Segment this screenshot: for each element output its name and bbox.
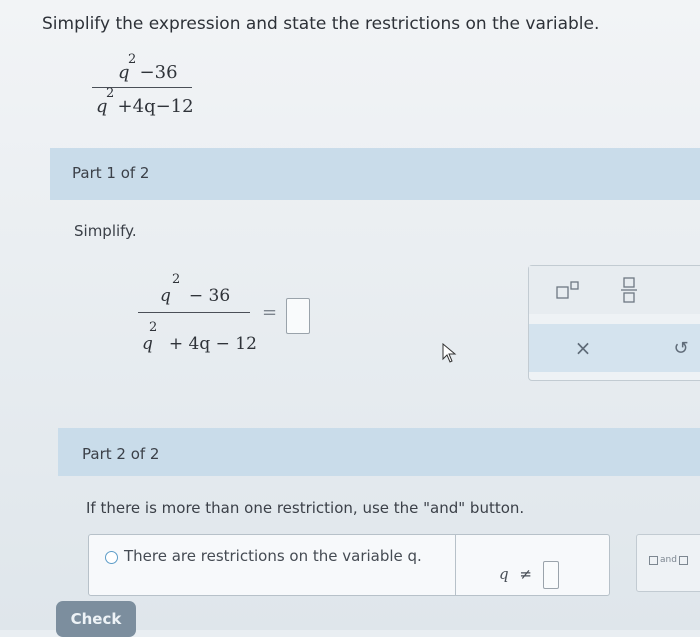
exponent-icon (556, 281, 579, 299)
part1-title: Part 1 of 2 (72, 164, 150, 182)
page: Simplify the expression and state the re… (0, 0, 700, 637)
box-icon (678, 555, 688, 565)
fraction-icon (621, 277, 637, 303)
restriction-option-box: There are restrictions on the variable q… (88, 534, 610, 596)
undo-icon: ↺ (673, 337, 689, 359)
clear-icon: × (574, 336, 592, 360)
restriction-inequality: q ≠ (499, 565, 532, 583)
restriction-answer-input[interactable] (543, 561, 559, 589)
equals-sign: = (262, 302, 278, 323)
clear-button[interactable]: × (565, 332, 601, 364)
part1-instruction: Simplify. (74, 222, 137, 240)
exponent-button[interactable] (549, 278, 589, 304)
restriction-radio[interactable] (105, 551, 118, 564)
restriction-option-label: There are restrictions on the variable q… (124, 547, 422, 565)
problem-prompt: Simplify the expression and state the re… (42, 14, 600, 34)
fraction-button[interactable] (613, 274, 645, 306)
palette-bottom-row: × ↺ (529, 324, 700, 372)
box-icon (649, 555, 658, 565)
expression-denominator: q 2 +4q−12 (96, 86, 194, 117)
and-label: and (660, 555, 677, 565)
part1-denominator: q 2 + 4q − 12 (142, 320, 257, 354)
option-divider (455, 535, 456, 595)
undo-button[interactable]: ↺ (663, 332, 699, 364)
and-button-content: and (649, 555, 688, 565)
part1-fraction-bar (138, 312, 250, 313)
expression-numerator: q 2 −36 (118, 52, 178, 83)
mouse-cursor-icon (442, 343, 457, 363)
part1-answer-input[interactable] (286, 298, 310, 334)
check-button[interactable]: Check (56, 601, 136, 637)
part2-title: Part 2 of 2 (82, 445, 160, 463)
part2-instruction: If there is more than one restriction, u… (86, 499, 525, 517)
palette-top-row (529, 266, 700, 314)
part1-numerator: q 2− 36 (160, 272, 231, 306)
and-button[interactable]: and (636, 534, 700, 592)
math-palette: × ↺ (528, 265, 700, 381)
